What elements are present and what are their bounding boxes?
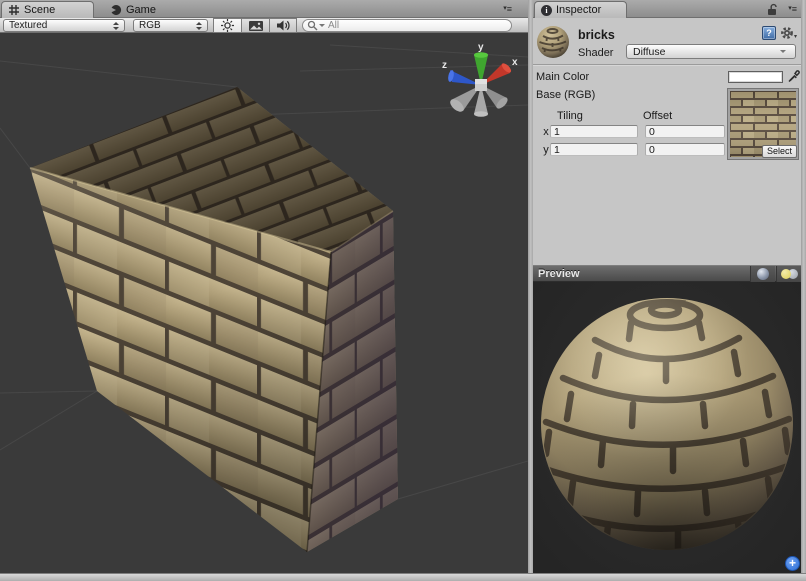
texture-select-button[interactable]: Select xyxy=(762,145,797,158)
tab-game[interactable]: Game xyxy=(104,1,164,18)
base-texture-slot[interactable]: Select xyxy=(727,88,799,160)
gizmo-x-label: x xyxy=(512,57,518,68)
tiling-x-field[interactable] xyxy=(550,125,638,138)
inspector-tabbar: i Inspector ▾≡ xyxy=(533,0,801,18)
magnifier-icon xyxy=(307,20,318,31)
preview-viewport[interactable]: + xyxy=(533,282,801,573)
search-filter-caret-icon[interactable] xyxy=(319,24,325,27)
gear-icon xyxy=(780,26,794,40)
preview-pane: Preview xyxy=(533,265,801,573)
base-texture-label: Base (RGB) xyxy=(536,89,595,101)
gizmo-z-label: z xyxy=(442,60,447,71)
shader-label: Shader xyxy=(578,47,613,59)
two-lights-icon xyxy=(781,269,798,279)
tiling-column-header: Tiling xyxy=(557,110,583,122)
info-circle-icon: i xyxy=(541,5,552,16)
status-bar xyxy=(0,573,806,581)
window-right-border xyxy=(801,0,806,573)
draw-mode-value: Textured xyxy=(9,20,108,31)
offset-column-header: Offset xyxy=(643,110,672,122)
tab-scene[interactable]: Scene xyxy=(1,1,94,18)
scene-panel: Scene Game ▾≡ Textured RGB xyxy=(0,0,528,573)
tab-inspector[interactable]: i Inspector xyxy=(534,1,627,18)
preview-shape-button[interactable] xyxy=(750,266,775,282)
updown-arrows-icon xyxy=(113,22,119,30)
chevron-down-icon xyxy=(780,50,786,53)
scene-viewport[interactable]: y x z xyxy=(0,33,528,573)
gizmo-y-label: y xyxy=(478,42,484,53)
shader-value: Diffuse xyxy=(633,46,779,58)
scene-effects-toggle[interactable] xyxy=(241,18,269,33)
shader-dropdown[interactable]: Diffuse xyxy=(626,44,796,59)
scene-lighting-toggle[interactable] xyxy=(213,18,241,33)
offset-x-field[interactable] xyxy=(645,125,725,138)
settings-button[interactable]: ▾ xyxy=(780,26,797,40)
speaker-icon xyxy=(276,19,290,32)
color-mode-value: RGB xyxy=(139,20,191,31)
material-preview-thumbnail xyxy=(536,25,570,59)
orientation-gizmo[interactable]: y x z xyxy=(438,39,524,125)
tab-game-label: Game xyxy=(126,4,156,16)
inspector-panel-menu-icon[interactable]: ▾≡ xyxy=(788,3,797,15)
offset-y-field[interactable] xyxy=(645,143,725,156)
image-icon xyxy=(248,20,264,32)
brick-cube[interactable] xyxy=(30,87,398,552)
draw-mode-dropdown[interactable]: Textured xyxy=(3,19,125,32)
plus-icon[interactable]: + xyxy=(785,556,800,571)
grid-icon xyxy=(8,4,20,16)
preview-header[interactable]: Preview xyxy=(533,265,801,282)
tiling-y-field[interactable] xyxy=(550,143,638,156)
main-color-swatch[interactable] xyxy=(728,71,783,83)
main-color-label: Main Color xyxy=(536,71,589,83)
search-field[interactable] xyxy=(302,19,512,32)
help-icon[interactable]: ? xyxy=(762,26,776,40)
tab-scene-label: Scene xyxy=(24,4,55,16)
sphere-icon xyxy=(757,268,769,280)
color-mode-dropdown[interactable]: RGB xyxy=(133,19,208,32)
header-divider xyxy=(533,64,801,66)
updown-arrows-icon xyxy=(196,22,202,30)
preview-lighting-button[interactable] xyxy=(776,266,801,282)
scene-tabbar: Scene Game ▾≡ xyxy=(0,0,528,18)
scene-toolbar: Textured RGB xyxy=(0,18,528,33)
inspector-panel: i Inspector ▾≡ xyxy=(533,0,801,573)
tab-inspector-label: Inspector xyxy=(556,4,601,16)
material-inspector: bricks Shader Diffuse ? ▾ Main Color Bas… xyxy=(533,18,801,265)
material-name: bricks xyxy=(578,28,615,42)
gear-caret-icon: ▾ xyxy=(794,33,797,40)
eyedropper-icon[interactable] xyxy=(787,69,801,83)
preview-title: Preview xyxy=(538,268,580,280)
pacman-icon xyxy=(110,4,122,16)
preview-sphere[interactable] xyxy=(533,282,801,573)
search-input[interactable] xyxy=(328,20,488,31)
gizmo-center-cube-highlight xyxy=(475,79,487,84)
sun-icon xyxy=(220,18,235,33)
scene-panel-menu-icon[interactable]: ▾≡ xyxy=(503,3,512,15)
scene-audio-toggle[interactable] xyxy=(269,18,297,33)
